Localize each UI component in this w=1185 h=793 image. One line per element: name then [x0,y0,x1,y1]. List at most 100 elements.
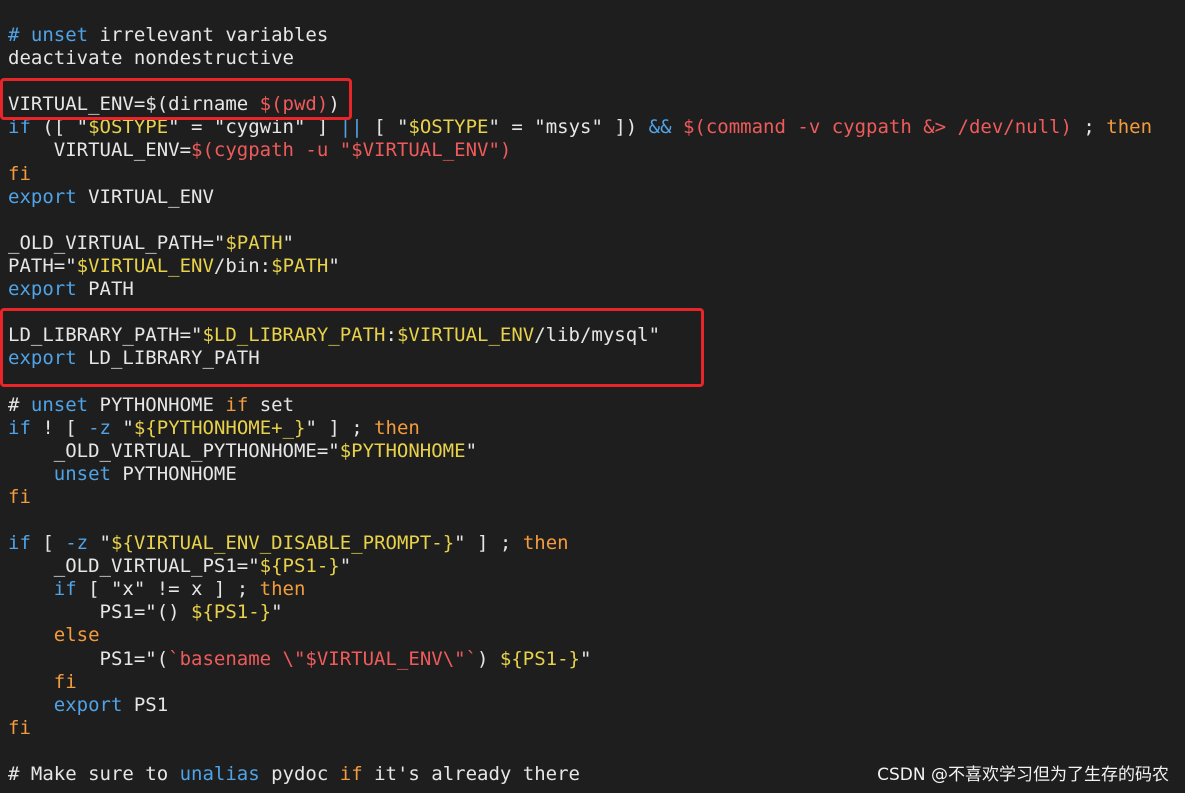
code-token: unset [30,24,89,46]
code-token: _OLD_VIRTUAL_PATH=" [8,231,226,254]
code-token: $(pwd) [259,93,329,116]
code-token: _OLD_VIRTUAL_PS1=" [8,555,260,578]
code-token: " ] ; [305,416,375,439]
code-token: ([ " [30,116,89,139]
code-line: # unset irrelevant variables [8,24,1152,47]
code-token: ${PYTHONHOME+_} [133,416,306,439]
code-token: $(cygpath -u "$VIRTUAL_ENV") [191,139,512,162]
code-token: ${PS1-} [259,555,340,578]
code-line: PS1="() ${PS1-}" [8,601,1152,624]
code-token: $PATH [271,254,329,277]
code-line: _OLD_VIRTUAL_PS1="${PS1-}" [8,555,1152,578]
code-token: it's already there [362,763,580,785]
code-token: $LD_LIBRARY_PATH [202,324,386,347]
csdn-watermark: CSDN @不喜欢学习但为了生存的码农 [877,765,1169,785]
code-token: then [1106,116,1153,139]
code-line: VIRTUAL_ENV=$(dirname $(pwd)) [8,93,1152,116]
code-token: fi [8,485,31,508]
code-token: irrelevant variables [88,24,329,46]
code-token: " [328,254,340,277]
code-token: fi [8,162,31,185]
code-token: " [110,416,134,439]
terminal-code-view: # unset irrelevant variables deactivate n… [8,24,1152,786]
code-line: fi [8,671,1152,694]
code-line: fi [8,717,1152,740]
code-token: then [374,416,420,439]
code-token: PYTHONHOME [88,393,226,416]
code-token: ${PS1-} [499,647,580,670]
code-token: " [579,647,592,670]
code-token: else [8,624,100,647]
code-token: VIRTUAL_ENV [76,185,214,208]
code-token: [ " [362,116,409,139]
code-token: ! [ [30,416,89,439]
code-token: ) [328,93,340,116]
code-token: ) [477,647,500,670]
code-line: unset PYTHONHOME [8,463,1152,486]
code-line: export LD_LIBRARY_PATH [8,347,1152,370]
code-token: $(command -v cygpath &> /dev/null) [671,116,1072,139]
code-token: if [225,393,249,416]
code-token: if [8,578,77,601]
code-token: ; [1071,116,1107,139]
code-token: PYTHONHOME [110,462,237,485]
code-token: export [8,278,77,301]
code-token: $OSTYPE [408,116,489,139]
code-token: PS1="() [8,601,192,624]
code-token: deactivate nondestructive [8,47,294,70]
code-token: -z [88,416,111,439]
code-token: if [339,763,363,785]
code-token: VIRTUAL_ENV=$(dirname [8,93,260,116]
code-token: " [465,439,478,462]
code-token: /bin: [213,254,272,277]
code-token: unalias [179,763,260,785]
code-token: PATH=" [8,254,77,277]
code-token: " [88,532,111,555]
code-token: PATH [76,278,134,301]
code-token: [ "x" != x ] ; [76,578,260,601]
code-token: unset [8,462,111,485]
code-token: then [259,578,306,601]
code-token: fi [8,670,77,693]
code-token: export [8,693,123,716]
code-token: # [8,393,31,416]
code-token: export [8,185,77,208]
code-token: export [8,347,77,370]
code-line: deactivate nondestructive [8,47,1152,70]
code-token: : [385,324,397,347]
code-line: export PS1 [8,694,1152,717]
code-token: " = "msys" ]) [488,116,649,139]
code-line: _OLD_VIRTUAL_PYTHONHOME="$PYTHONHOME" [8,440,1152,463]
code-token: $VIRTUAL_ENV [76,254,214,277]
code-token: unset [30,393,89,416]
code-line: PS1="(`basename \"$VIRTUAL_ENV\"`) ${PS1… [8,648,1152,671]
code-token: $PYTHONHOME [339,439,466,462]
code-token: `basename \"$VIRTUAL_ENV\"` [168,647,478,670]
code-token: " [271,601,283,624]
code-token: [ [30,532,66,555]
code-line: PATH="$VIRTUAL_ENV/bin:$PATH" [8,255,1152,278]
code-line: export PATH [8,278,1152,301]
code-token: then [522,532,569,555]
code-token: $OSTYPE [88,116,169,139]
code-token: $VIRTUAL_ENV [396,324,535,347]
code-token: $PATH [225,231,283,254]
code-line: fi [8,486,1152,509]
code-line: VIRTUAL_ENV=$(cygpath -u "$VIRTUAL_ENV") [8,139,1152,162]
code-line: if [ -z "${VIRTUAL_ENV_DISABLE_PROMPT-}"… [8,532,1152,555]
code-token: pydoc [259,763,340,785]
code-token: # [8,24,31,46]
code-token: _OLD_VIRTUAL_PYTHONHOME=" [8,439,340,462]
code-token: " [282,231,294,254]
code-token: VIRTUAL_ENV= [8,139,192,162]
code-line: LD_LIBRARY_PATH="$LD_LIBRARY_PATH:$VIRTU… [8,324,1152,347]
code-token: LD_LIBRARY_PATH=" [8,324,203,347]
code-line: if ([ "$OSTYPE" = "cygwin" ] || [ "$OSTY… [8,116,1152,139]
code-token: ${PS1-} [191,601,272,624]
code-line: fi [8,163,1152,186]
code-line: if [ "x" != x ] ; then [8,578,1152,601]
